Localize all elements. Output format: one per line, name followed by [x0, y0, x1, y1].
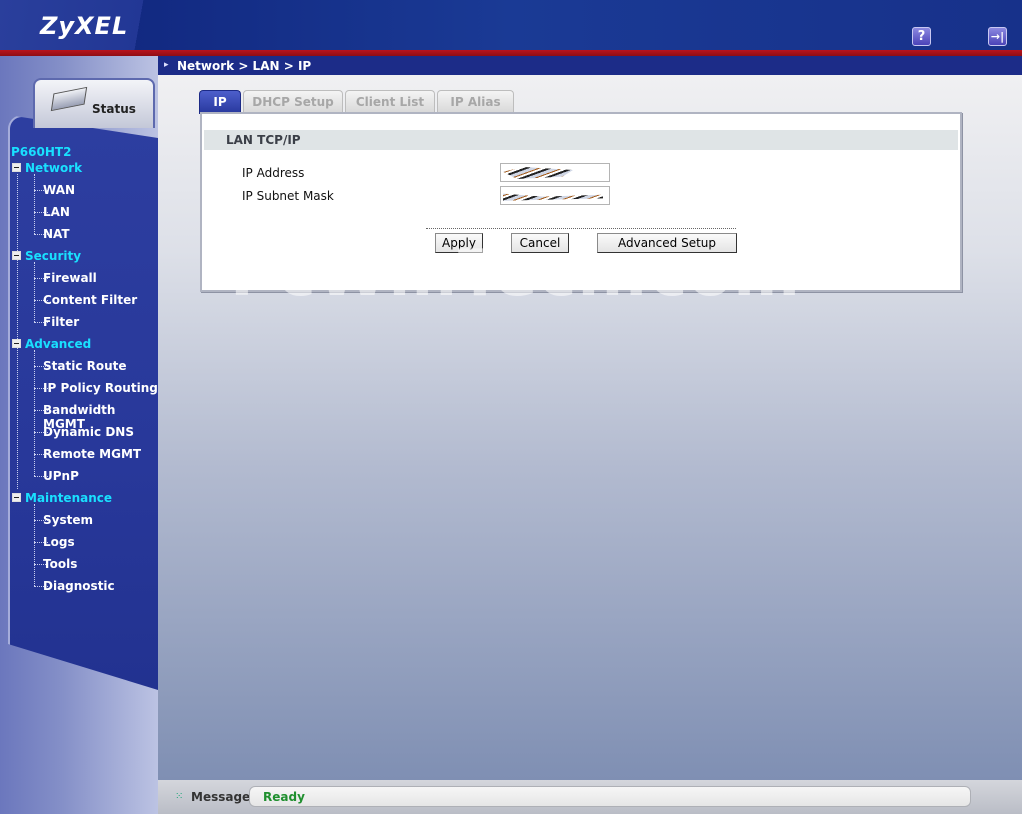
- nav-item-lan[interactable]: LAN: [43, 205, 70, 219]
- tree-line: [34, 262, 35, 322]
- nav-group-network[interactable]: Network: [12, 161, 82, 175]
- nav-item-filter[interactable]: Filter: [43, 315, 79, 329]
- message-status: Ready: [263, 790, 305, 804]
- redacted-value: [503, 167, 573, 179]
- message-label: Message: [191, 790, 251, 804]
- collapse-icon[interactable]: [12, 251, 21, 260]
- tree-line: [17, 174, 18, 489]
- tree-line: [34, 350, 35, 476]
- model-name: P660HT2: [11, 145, 72, 159]
- status-label: Status: [92, 102, 136, 116]
- help-button[interactable]: ?: [912, 27, 931, 46]
- ip-address-label: IP Address: [242, 166, 305, 180]
- watermark: PcWinTech.com: [230, 237, 801, 311]
- nav-item-remote-mgmt[interactable]: Remote MGMT: [43, 447, 141, 461]
- logout-button[interactable]: →|: [988, 27, 1007, 46]
- status-tab[interactable]: Status: [33, 78, 155, 128]
- nav-group-advanced[interactable]: Advanced: [12, 337, 91, 351]
- nav-item-upnp[interactable]: UPnP: [43, 469, 79, 483]
- section-header: LAN TCP/IP: [204, 130, 958, 150]
- nav-item-wan[interactable]: WAN: [43, 183, 75, 197]
- tree-line: [34, 504, 35, 586]
- message-dots-icon: ⁙: [175, 791, 183, 802]
- tab-ip[interactable]: IP: [199, 90, 241, 114]
- nav-item-ip-policy-routing[interactable]: IP Policy Routing: [43, 381, 158, 395]
- main-content: IP DHCP Setup Client List IP Alias LAN T…: [158, 75, 1022, 780]
- message-field: Ready: [249, 786, 971, 807]
- nav-group-label: Network: [25, 161, 83, 175]
- collapse-icon[interactable]: [12, 163, 21, 172]
- breadcrumb-arrow-icon: ▸: [164, 60, 169, 70]
- nav-group-maintenance[interactable]: Maintenance: [12, 491, 112, 505]
- subnet-mask-label: IP Subnet Mask: [242, 189, 334, 203]
- nav-item-diagnostic[interactable]: Diagnostic: [43, 579, 115, 593]
- message-bar: ⁙ Message Ready: [158, 780, 1022, 814]
- nav-group-label: Security: [25, 249, 82, 263]
- nav-item-tools[interactable]: Tools: [43, 557, 77, 571]
- breadcrumb: Network > LAN > IP: [177, 59, 312, 73]
- nav-group-label: Maintenance: [25, 491, 113, 505]
- header-bar: ZyXEL ? →|: [0, 0, 1022, 52]
- tab-ip-alias[interactable]: IP Alias: [437, 90, 514, 114]
- collapse-icon[interactable]: [12, 339, 21, 348]
- section-title: LAN TCP/IP: [226, 133, 301, 147]
- tab-dhcp-setup[interactable]: DHCP Setup: [243, 90, 343, 114]
- nav-item-nat[interactable]: NAT: [43, 227, 70, 241]
- nav-item-dynamic-dns[interactable]: Dynamic DNS: [43, 425, 134, 439]
- breadcrumb-bar: ▸ Network > LAN > IP: [158, 56, 1022, 75]
- nav-group-security[interactable]: Security: [12, 249, 81, 263]
- logo-area: ZyXEL: [0, 0, 170, 52]
- nav-item-system[interactable]: System: [43, 513, 93, 527]
- nav-item-static-route[interactable]: Static Route: [43, 359, 127, 373]
- tree-line: [34, 174, 35, 234]
- nav-item-content-filter[interactable]: Content Filter: [43, 293, 137, 307]
- subnet-mask-input[interactable]: [500, 186, 610, 205]
- ip-address-input[interactable]: [500, 163, 610, 182]
- nav-item-logs[interactable]: Logs: [43, 535, 75, 549]
- nav-group-label: Advanced: [25, 337, 92, 351]
- redacted-value: [503, 193, 603, 201]
- tab-client-list[interactable]: Client List: [345, 90, 435, 114]
- zyxel-logo: ZyXEL: [40, 12, 129, 40]
- collapse-icon[interactable]: [12, 493, 21, 502]
- button-separator: [426, 228, 736, 229]
- router-icon: [50, 86, 88, 112]
- nav-item-firewall[interactable]: Firewall: [43, 271, 97, 285]
